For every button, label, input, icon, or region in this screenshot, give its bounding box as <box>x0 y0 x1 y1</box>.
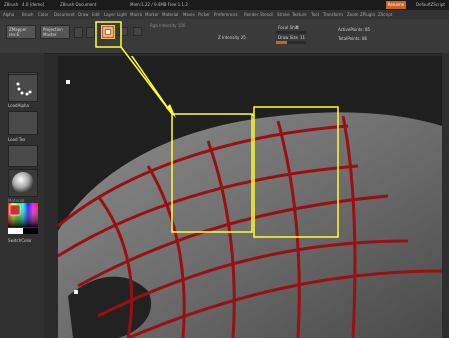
quicksketch-button[interactable] <box>86 27 95 38</box>
app-version: 4.0 [demo] <box>22 2 45 7</box>
menu-item[interactable]: Macro <box>130 10 142 19</box>
draw-size-fill <box>276 41 287 44</box>
right-tray <box>442 53 449 338</box>
menu-item[interactable]: Material <box>162 10 178 19</box>
zmapper-button[interactable]: ZMapper rev-E <box>6 25 36 39</box>
menu-item[interactable]: Tool <box>311 10 319 19</box>
canvas-marker <box>74 290 78 294</box>
menu-item[interactable]: Transform <box>323 10 343 19</box>
menu-item[interactable]: Color <box>38 10 48 19</box>
app-name: ZBrush <box>4 2 19 7</box>
menu-item[interactable]: Alpha <box>3 10 14 19</box>
edit-icon <box>103 27 113 37</box>
rename-button[interactable]: Rename <box>386 1 406 9</box>
material-tile[interactable] <box>8 169 38 197</box>
menu-item[interactable]: ZScript <box>378 10 392 19</box>
menu-item[interactable]: Edit <box>92 10 100 19</box>
dots-alpha-icon <box>16 82 32 96</box>
focal-shift-value: 0 <box>296 25 299 30</box>
active-points-readout: ActivePoints: 85 <box>338 27 371 32</box>
main-menu: Alpha Brush Color Document Draw Edit Lay… <box>0 10 449 19</box>
draw-size-value: 11 <box>300 35 306 40</box>
left-tray: LoadAlpha Load Tex Material SwitchColor <box>0 53 44 338</box>
draw-size-slider[interactable] <box>276 41 306 44</box>
lightbox-button[interactable] <box>74 27 83 38</box>
default-script-button[interactable]: DefaultZScript <box>416 0 445 10</box>
menu-item[interactable]: Document <box>54 10 75 19</box>
load-texture-label: Load Tex <box>8 137 26 142</box>
color-picker[interactable] <box>8 203 38 235</box>
menu-item[interactable]: Light <box>117 10 127 19</box>
menu-item[interactable]: Preferences <box>214 10 238 19</box>
menu-item[interactable]: ZPlugin <box>360 10 375 19</box>
texture-tile-2[interactable] <box>8 145 38 167</box>
menu-item[interactable]: Movie <box>183 10 195 19</box>
move-mode-button[interactable] <box>133 27 142 36</box>
material-sphere-icon <box>12 172 34 194</box>
document-canvas[interactable] <box>58 56 442 338</box>
canvas-marker <box>66 80 70 84</box>
menu-item[interactable]: Texture <box>292 10 307 19</box>
title-bar: ZBrush 4.0 [demo] ZBrush Document Mem:1.… <box>0 0 449 10</box>
total-points-readout: TotalPoints: 86 <box>338 36 368 41</box>
draw-mode-button[interactable] <box>119 27 128 36</box>
edit-mode-icon[interactable] <box>101 25 115 39</box>
draw-size-label: Draw Size <box>278 35 298 40</box>
menu-item[interactable]: Draw <box>78 10 88 19</box>
texture-tile[interactable] <box>8 111 38 135</box>
projection-master-label: Projection Master <box>43 27 63 37</box>
menu-item[interactable]: Render <box>244 10 258 19</box>
menu-item[interactable]: Brush <box>22 10 34 19</box>
memory-readout: Mem:1.22 / 9.4MB Free:1.1.2 <box>130 2 188 7</box>
zmapper-rev-label: rev-E <box>9 32 20 37</box>
projection-master-button[interactable]: Projection Master <box>40 25 70 39</box>
color-picker-swatch <box>8 203 38 234</box>
menu-item[interactable]: Layer <box>104 10 115 19</box>
rgb-intensity-label: Rgb Intensity 100 <box>150 23 186 28</box>
switch-color-label: SwitchColor <box>8 238 32 243</box>
sculpt-view <box>58 56 442 338</box>
menu-item[interactable]: Marker <box>145 10 159 19</box>
document-name: ZBrush Document <box>60 2 97 7</box>
z-intensity-label: Z Intensity 25 <box>218 35 246 40</box>
menu-item[interactable]: Stencil <box>260 10 274 19</box>
zbrush-window: ZBrush 4.0 [demo] ZBrush Document Mem:1.… <box>0 0 449 338</box>
focal-shift-slider[interactable] <box>276 31 306 34</box>
menu-item[interactable]: Picker <box>198 10 210 19</box>
load-alpha-label: LoadAlpha <box>8 103 29 108</box>
alpha-tile[interactable] <box>8 74 38 102</box>
menu-item[interactable]: Zoom <box>347 10 359 19</box>
top-shelf: ZMapper rev-E Projection Master Rgb Inte… <box>0 19 449 54</box>
menu-item[interactable]: Stroke <box>277 10 290 19</box>
